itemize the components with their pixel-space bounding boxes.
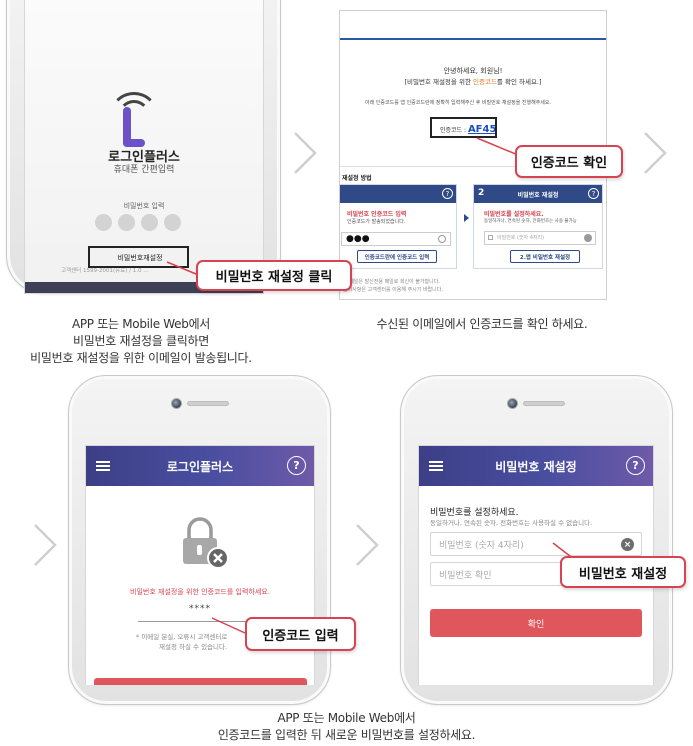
menu-icon[interactable] <box>96 461 110 471</box>
step-card-head: 비밀번호 재설정 <box>474 185 602 203</box>
next-arrow-icon <box>464 214 469 222</box>
caption-line: APP 또는 Mobile Web에서 <box>277 711 416 725</box>
set-password-subtext: 동일하거나, 연속된 숫자, 전화번호는 사용하실 수 없습니다. <box>430 519 593 527</box>
clear-icon <box>584 234 592 242</box>
auth-code-input[interactable]: **** <box>138 604 262 622</box>
callout-enter-code: 인증코드 입력 <box>245 617 356 651</box>
message-prefix: [비밀번호 재설정을 위한 <box>404 78 473 86</box>
speaker-grille <box>523 401 565 406</box>
note-line-1: * 이메일 분실, 오류시 고객센터로 <box>136 633 228 641</box>
chevron-right-icon <box>294 132 317 174</box>
pin-dot <box>118 214 135 231</box>
caption-line: 비밀번호 재설정을 위한 이메일이 발송됩니다. <box>30 351 252 365</box>
caption-step-2: 수신된 이메일에서 인증코드를 확인 하세요. <box>339 316 625 333</box>
highlight-box <box>430 117 497 138</box>
step-card-1: ? 비밀번호 인증코드 입력 인증코드가 발송되었습니다. ●●● 인증코드란에… <box>340 184 457 269</box>
caption-line: APP 또는 Mobile Web에서 <box>71 317 211 331</box>
caption-line: 인증코드를 입력한 뒤 새로운 비밀번호를 설정하세요. <box>217 728 476 742</box>
email-top-line <box>340 38 606 40</box>
brand-subtitle: 휴대폰 간편입력 <box>113 165 175 175</box>
card1-title: 비밀번호 인증코드 입력 <box>347 211 407 218</box>
new-password-input[interactable]: 비밀번호 (숫자 4자리) <box>430 532 642 556</box>
pin-dot <box>141 214 158 231</box>
card1-button: 인증코드란에 인증코드 입력 <box>357 250 437 263</box>
auth-prompt: 비밀번호 재설정을 위한 인증코드를 입력하세요. <box>130 588 270 596</box>
callout-check-code: 인증코드 확인 <box>515 145 623 178</box>
callout-reset-click: 비밀번호 재설정 클릭 <box>196 260 352 291</box>
step-card-head <box>340 185 456 203</box>
code-input-dots: ●●● <box>341 232 451 246</box>
card2-desc2: 동일하거나, 연속된 숫자, 전화번호는 사용 불가능 <box>484 219 577 224</box>
app-header: 비밀번호 재설정 ? <box>419 446 653 486</box>
confirm-password-placeholder: 비밀번호 확인 <box>439 570 492 581</box>
clear-input-icon[interactable]: × <box>621 538 634 551</box>
caption-step-1: APP 또는 Mobile Web에서 비밀번호 재설정을 클릭하면 비밀번호 … <box>0 316 282 367</box>
app-header: 로그인플러스 ? <box>86 446 314 486</box>
email-message: [비밀번호 재설정을 위한 인증코드를 확인 하세요.] <box>340 76 606 86</box>
card2-title-head: 비밀번호 재설정 <box>517 191 559 199</box>
card2-input-text: 비밀번호 (숫자 4자리) <box>497 235 545 241</box>
callout-reset-password: 비밀번호 재설정 <box>560 556 686 588</box>
highlight-box <box>88 246 189 268</box>
caption-line: 수신된 이메일에서 인증코드를 확인 하세요. <box>376 317 588 331</box>
caption-line: 비밀번호 재설정을 클릭하면 <box>73 334 209 348</box>
card2-button: 2.앱 비밀번호 재설정 <box>510 250 580 263</box>
email-footer-2: 문의사항은 고객센터를 이용해 주시기 바랍니다. <box>343 287 443 293</box>
pin-dot <box>164 214 181 231</box>
submit-button[interactable] <box>94 678 307 685</box>
help-icon[interactable]: ? <box>287 456 306 475</box>
email-greeting: 안녕하세요, 회원님! <box>443 67 503 75</box>
email-instruction: 아래 인증코드를 앱 인증코드란에 정확히 입력해주신 후 비밀번호 재설정을 … <box>365 100 552 106</box>
clear-icon <box>438 235 446 243</box>
speaker-grille <box>187 401 229 406</box>
card2-desc1: 비밀번호를 설정하세요. <box>484 211 544 218</box>
front-camera <box>171 398 182 409</box>
chevron-right-icon <box>644 132 667 174</box>
menu-icon[interactable] <box>429 461 443 471</box>
help-icon[interactable]: ? <box>626 456 645 475</box>
chevron-right-icon <box>34 524 57 566</box>
front-camera <box>507 398 518 409</box>
method-title: 재설정 방법 <box>342 175 372 182</box>
masked-code: **** <box>189 604 211 614</box>
card2-input: 비밀번호 (숫자 4자리) <box>484 231 596 245</box>
new-password-placeholder: 비밀번호 (숫자 4자리) <box>439 540 524 551</box>
help-icon: ? <box>442 188 453 199</box>
card2-number: 2 <box>478 188 485 198</box>
header-title: 로그인플러스 <box>166 459 234 474</box>
lock-x-icon <box>183 517 229 569</box>
lock-icon <box>488 235 493 240</box>
card1-desc: 인증코드가 발송되었습니다. <box>347 219 406 225</box>
pin-label: 비밀번호 입력 <box>123 202 165 210</box>
pin-dot <box>95 214 112 231</box>
help-icon: ? <box>588 188 599 199</box>
step-card-2: 비밀번호 재설정 2 ? 비밀번호를 설정하세요. 동일하거나, 연속된 숫자,… <box>473 184 603 269</box>
header-title: 비밀번호 재설정 <box>495 459 577 474</box>
brand-logo-icon <box>123 107 145 147</box>
caption-bottom: APP 또는 Mobile Web에서 인증코드를 입력한 뒤 새로운 비밀번호… <box>150 710 543 744</box>
email-footer-1: 본 메일은 발신전용 메일로 회신이 불가합니다. <box>343 279 440 285</box>
chevron-right-icon <box>356 524 379 566</box>
message-highlight: 인증코드 <box>473 78 497 86</box>
confirm-button[interactable]: 확인 <box>430 609 642 637</box>
message-suffix: 를 확인 하세요.] <box>496 78 542 86</box>
note-line-2: 재설정 하실 수 있습니다. <box>159 643 228 651</box>
